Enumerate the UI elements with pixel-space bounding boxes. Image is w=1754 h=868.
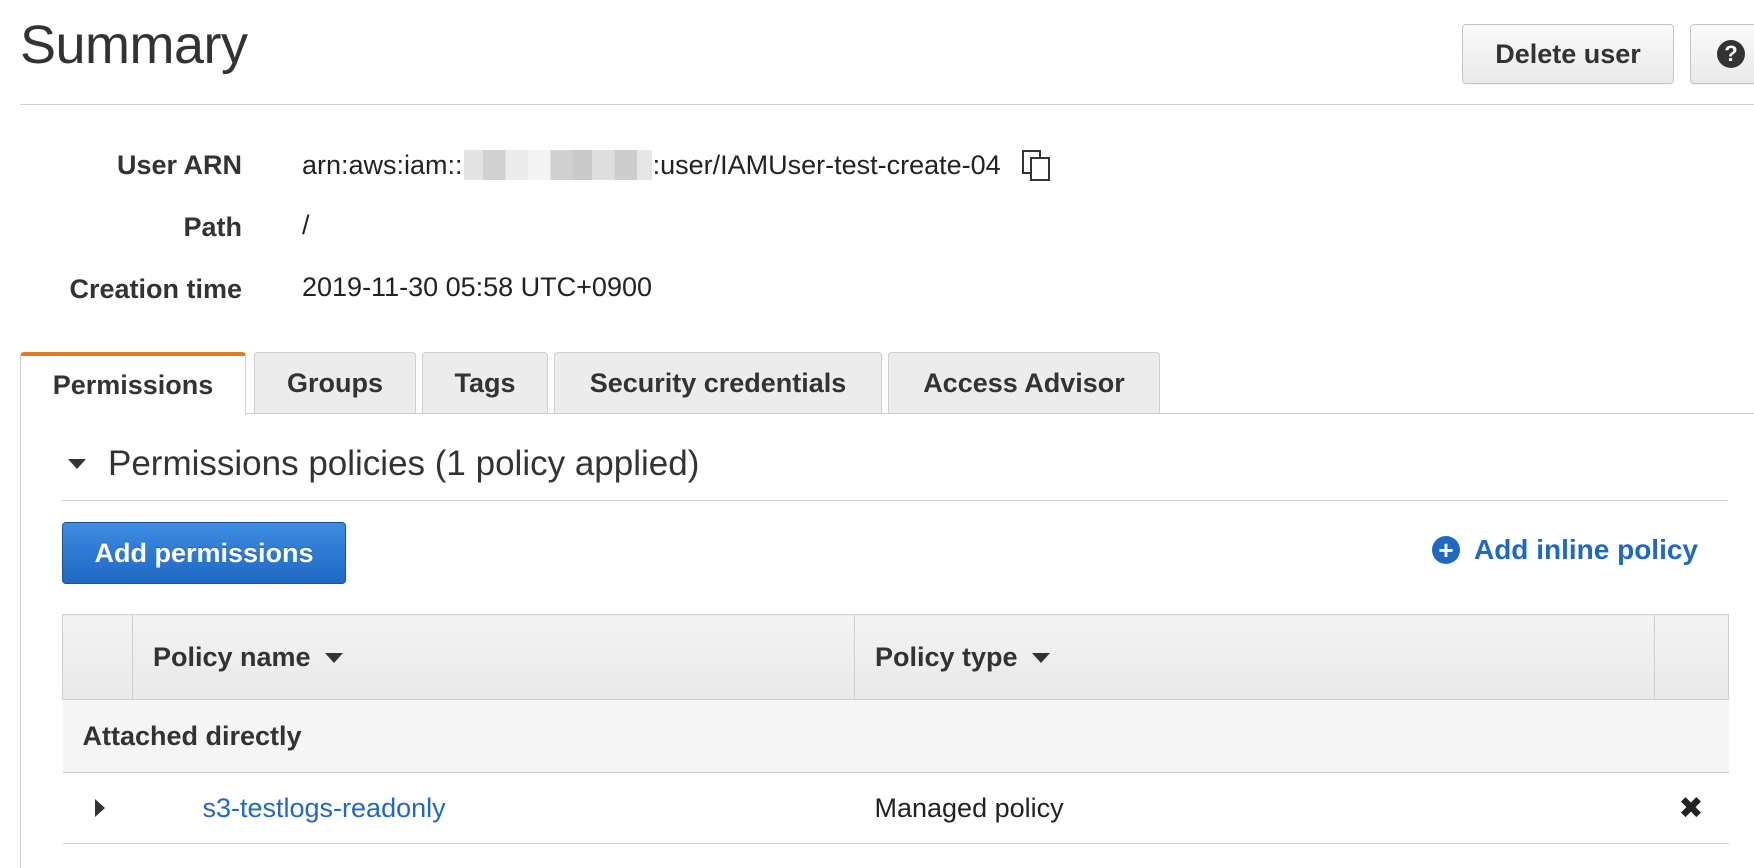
user-arn-label: User ARN (116, 150, 242, 180)
sort-caret-icon (324, 653, 343, 664)
expand-caret-icon (94, 798, 105, 817)
tab-security-credentials[interactable]: Security credentials (554, 352, 882, 414)
policy-name-column-header[interactable]: Policy name (132, 614, 855, 700)
help-icon: ? (1717, 40, 1745, 68)
tab-groups[interactable]: Groups (254, 352, 416, 414)
sort-caret-icon (1031, 653, 1050, 664)
add-inline-policy-link[interactable]: + Add inline policy (1431, 534, 1698, 566)
policies-table: Policy name Policy type Attached directl… (62, 614, 1729, 844)
header-divider (20, 104, 1754, 105)
delete-user-button[interactable]: Delete user (1462, 24, 1674, 84)
path-label: Path (183, 212, 242, 242)
creation-time-value: 2019-11-30 05:58 UTC+0900 (302, 272, 652, 302)
expand-row-cell[interactable] (62, 772, 133, 844)
table-group-row: Attached directly (62, 699, 1729, 773)
path-value: / (302, 210, 310, 240)
table-row: s3-testlogs-readonly Managed policy ✖ (62, 772, 1729, 844)
section-divider (62, 500, 1728, 501)
remove-policy-icon[interactable]: ✖ (1654, 772, 1729, 844)
expand-column-header (62, 614, 133, 700)
tab-tags[interactable]: Tags (422, 352, 548, 414)
plus-circle-icon: + (1431, 536, 1460, 564)
page-title: Summary (20, 15, 248, 75)
creation-time-label: Creation time (69, 274, 242, 304)
redacted-account-id (463, 150, 652, 180)
iam-user-summary-page: Summary Delete user ? User ARN arn:aws:i… (0, 0, 1754, 868)
attached-directly-label: Attached directly (62, 699, 1729, 773)
actions-column-header (1654, 614, 1729, 700)
tab-access-advisor[interactable]: Access Advisor (888, 352, 1160, 414)
user-arn-prefix: arn:aws:iam:: (302, 149, 463, 180)
add-permissions-button[interactable]: Add permissions (62, 522, 346, 584)
tab-permissions[interactable]: Permissions (20, 352, 246, 415)
user-arn-suffix: :user/IAMUser-test-create-04 (652, 149, 1001, 180)
permissions-policies-header[interactable]: Permissions policies (1 policy applied) (68, 444, 699, 484)
user-arn-value: arn:aws:iam:: :user/IAMUser-test-create-… (302, 148, 1053, 182)
collapse-caret-icon (68, 459, 86, 469)
help-button[interactable]: ? (1690, 24, 1754, 84)
tab-panel-border (20, 413, 1754, 414)
policy-name-link[interactable]: s3-testlogs-readonly (203, 793, 446, 823)
policy-type-cell: Managed policy (854, 772, 1655, 844)
tab-panel-left-border (20, 413, 21, 868)
policy-name-cell: s3-testlogs-readonly (132, 772, 855, 844)
permissions-policies-title: Permissions policies (1 policy applied) (108, 444, 700, 483)
policy-type-column-header[interactable]: Policy type (854, 614, 1655, 700)
copy-icon[interactable] (1019, 148, 1053, 182)
add-inline-policy-label: Add inline policy (1473, 534, 1698, 565)
